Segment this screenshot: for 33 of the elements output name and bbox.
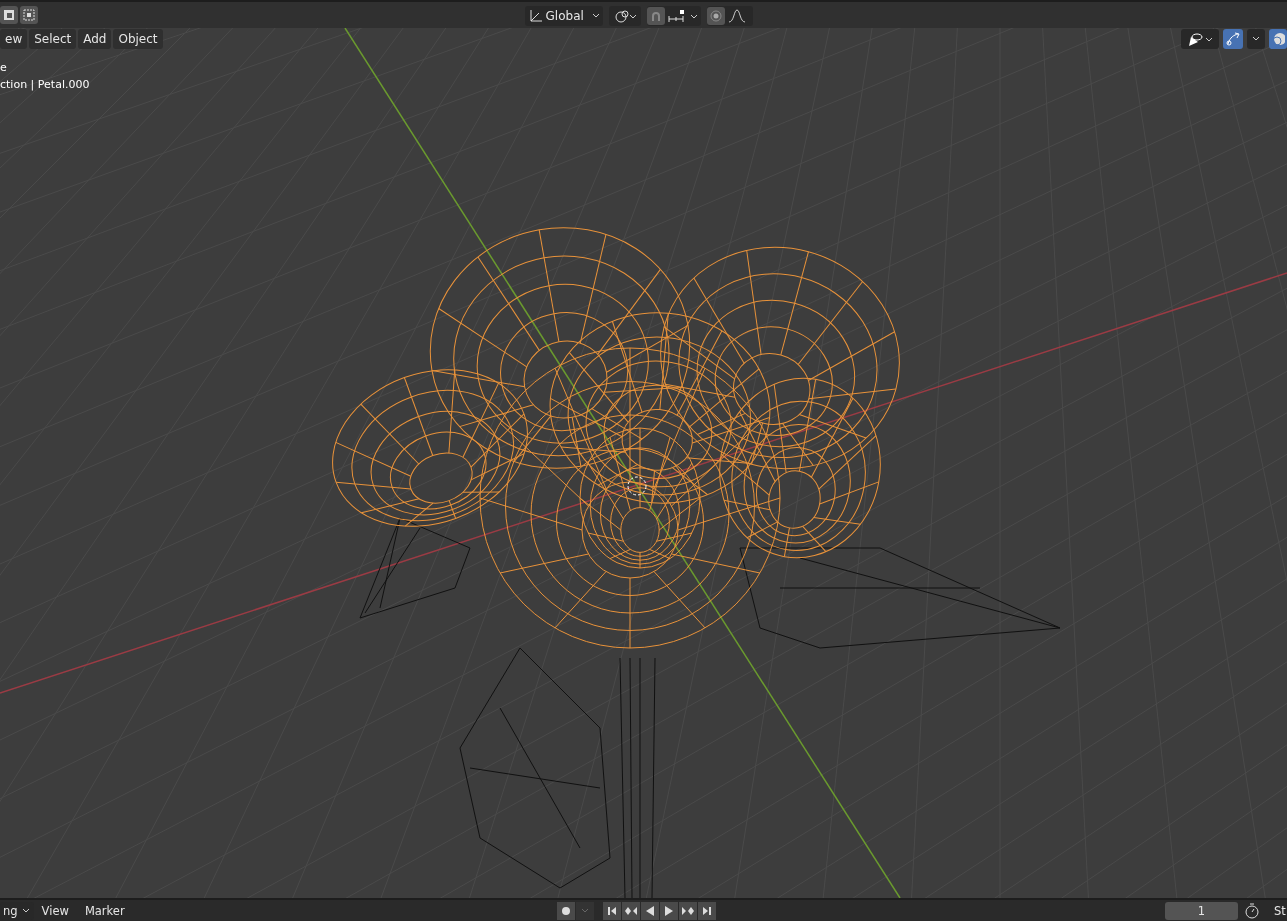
proportional-editing-dropdown[interactable] [707, 6, 753, 26]
jump-end-icon[interactable] [698, 902, 716, 920]
transform-orientation-dropdown[interactable]: Global [525, 6, 603, 26]
play-reverse-icon[interactable] [641, 902, 659, 920]
current-frame-field[interactable]: 1 [1165, 902, 1238, 920]
previous-keyframe-icon[interactable] [622, 902, 640, 920]
viewport-info-text: e [0, 61, 8, 74]
stopwatch-icon[interactable] [1244, 903, 1260, 921]
menu-item[interactable]: View [33, 903, 77, 918]
jump-start-icon[interactable] [603, 902, 621, 920]
menu-item[interactable]: Marker [76, 903, 133, 918]
gizmo-toggle-icon[interactable] [1223, 29, 1243, 49]
visibility-dropdown[interactable] [1181, 29, 1219, 49]
start-label: St [1274, 904, 1286, 918]
chevron-icon [591, 13, 599, 19]
record-icon[interactable] [557, 902, 575, 920]
proportional-editing-icon[interactable] [707, 7, 725, 25]
axes-icon [529, 9, 542, 23]
menu-item[interactable]: ew [0, 29, 28, 49]
pivot-point-dropdown[interactable] [609, 6, 641, 26]
chevron-icon [1251, 35, 1261, 43]
menu-item[interactable]: Select [29, 29, 77, 49]
menu-item[interactable]: Add [78, 29, 112, 49]
play-icon[interactable] [660, 902, 678, 920]
snap-dropdown[interactable] [647, 6, 701, 26]
magnet-icon[interactable] [647, 7, 665, 25]
viewport-info-text: ction | Petal.000 [0, 78, 90, 91]
overlays-icon[interactable] [1269, 29, 1287, 49]
select-mode-icon[interactable] [20, 6, 38, 24]
select-mode-icon[interactable] [0, 6, 18, 24]
next-keyframe-icon[interactable] [679, 902, 697, 920]
menu-item[interactable]: Object [113, 29, 163, 49]
chevron-icon [21, 907, 31, 914]
